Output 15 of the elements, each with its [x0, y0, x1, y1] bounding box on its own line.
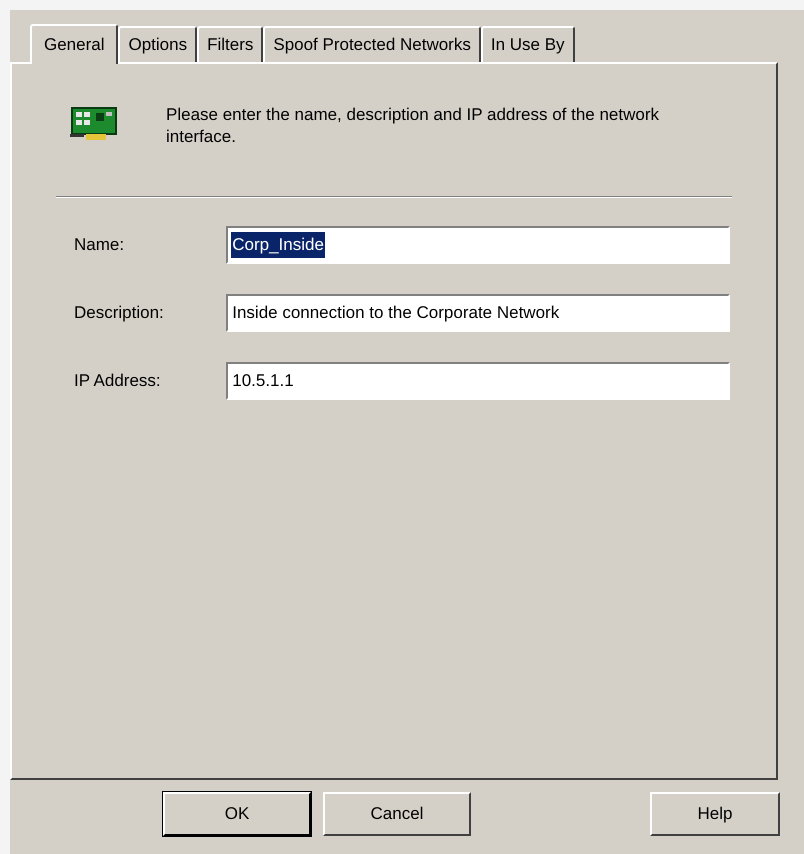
field-label: Name: [73, 234, 126, 256]
text-field[interactable]: Inside connection to the Corporate Network [226, 294, 730, 332]
dialog-button[interactable]: Cancel [323, 792, 471, 836]
tab[interactable]: General [30, 24, 118, 64]
instruction-text: Please enter the name, description and IP address of the network interface. [166, 104, 660, 148]
text-field[interactable]: 10.5.1.1 [226, 362, 730, 400]
dialog-button[interactable]: OK [163, 792, 311, 836]
tab[interactable]: Filters [197, 26, 264, 62]
field-label: Description: [73, 302, 165, 324]
field-label: IP Address: [73, 370, 162, 392]
tab[interactable]: In Use By [480, 26, 575, 62]
dialog-button[interactable]: Help [650, 792, 780, 836]
tab[interactable]: Spoof Protected Networks [263, 26, 481, 62]
tab[interactable]: Options [118, 26, 198, 62]
text-field[interactable]: Corp_Inside [226, 226, 730, 264]
